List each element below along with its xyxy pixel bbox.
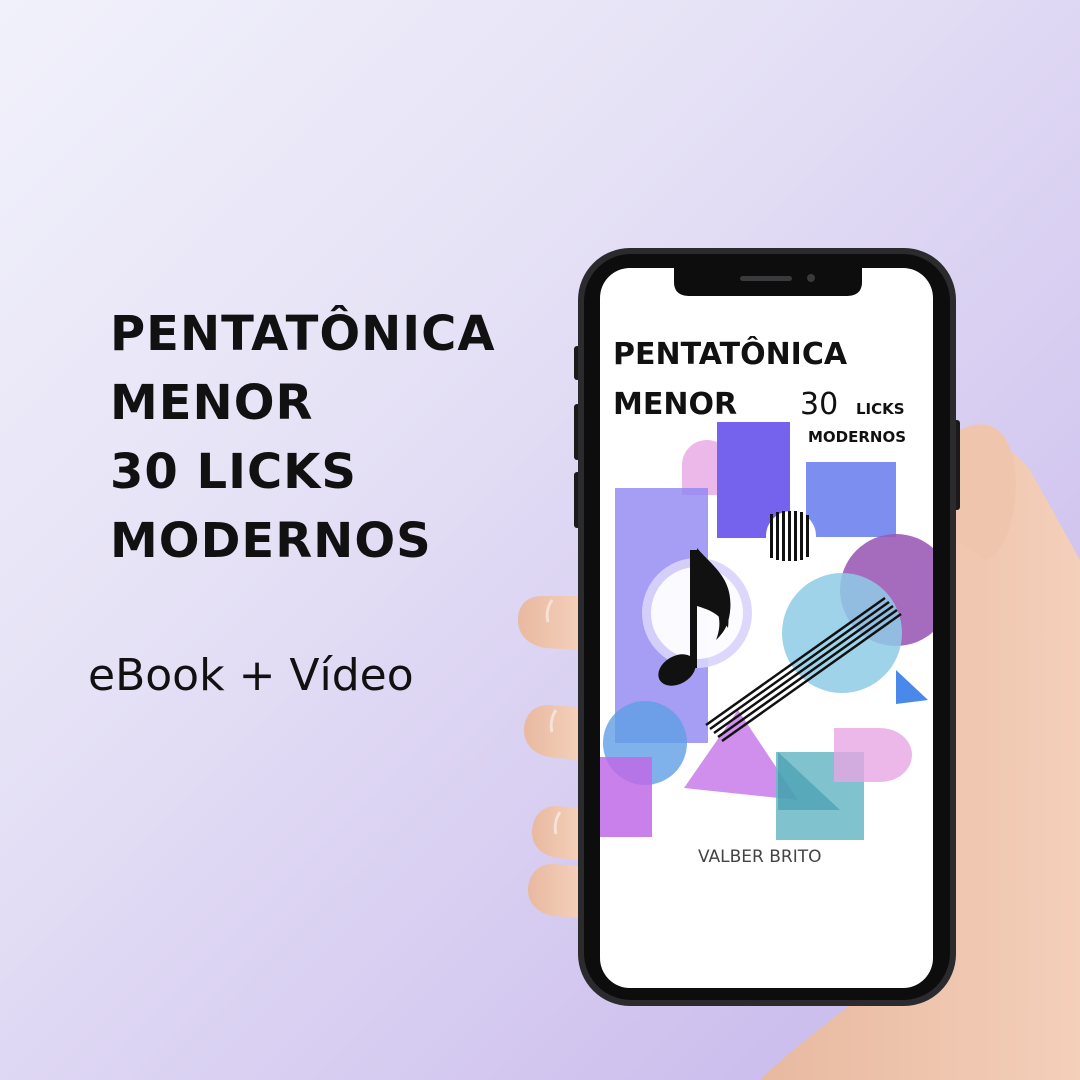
front-camera [807,274,815,282]
striped-circle [766,511,816,561]
magenta-rectangle [600,757,652,837]
blue-rectangle [806,462,896,537]
speaker-grill [740,276,792,281]
phone-mockup-illustration: PENTATÔNICA MENOR 30 LICKS MODERNOS VALB… [518,248,1080,1080]
sky-circle [782,573,902,693]
cover-licks-number: 30 [800,387,838,422]
cover-title-line1: PENTATÔNICA [613,335,848,372]
cover-author: VALBER BRITO [698,847,822,867]
cover-title-line2: MENOR [613,387,737,422]
phone-notch [674,268,862,296]
hand-fingers [518,596,578,918]
cover-licks-subtitle: MODERNOS [808,428,906,446]
pink-half-circle [834,728,912,782]
cover-licks-word: LICKS [856,400,905,418]
